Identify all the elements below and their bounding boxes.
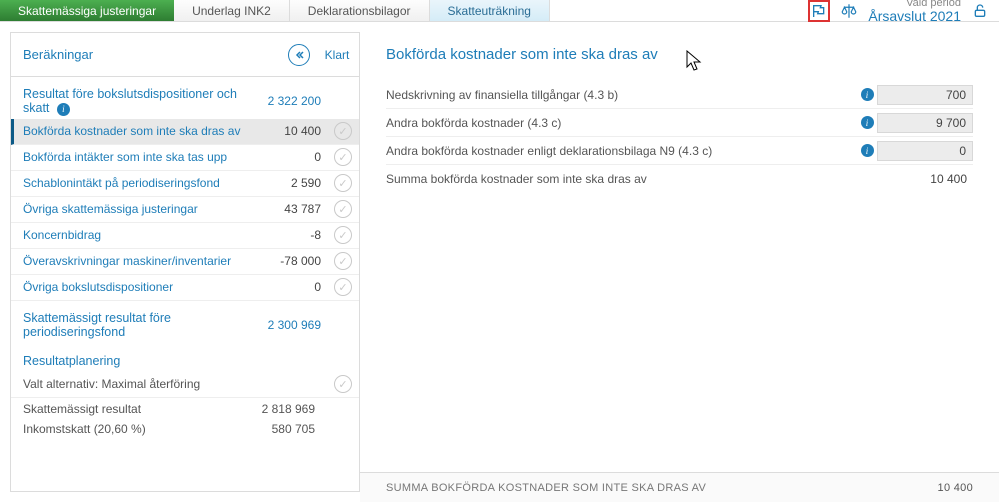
unlock-icon[interactable]	[969, 0, 991, 22]
info-icon[interactable]: i	[57, 103, 70, 116]
row-skattemassigt-resultat: Skattemässigt resultat 2 818 969	[11, 398, 359, 418]
row-koncernbidrag[interactable]: Koncernbidrag -8 ✓	[11, 223, 359, 249]
row-value: -8	[255, 228, 327, 242]
row-label: Bokförda kostnader som inte ska dras av	[14, 124, 255, 138]
row-label: Skattemässigt resultat	[23, 402, 243, 416]
row-ovriga-bokslutsdisp[interactable]: Övriga bokslutsdispositioner 0 ✓	[11, 275, 359, 301]
row-value: 2 300 969	[255, 318, 327, 332]
detail-row-nedskrivning: Nedskrivning av finansiella tillgångar (…	[386, 81, 973, 109]
detail-row-andra-kostnader: Andra bokförda kostnader (4.3 c) i	[386, 109, 973, 137]
check-circle-icon[interactable]: ✓	[334, 148, 352, 166]
row-overavskrivningar[interactable]: Överavskrivningar maskiner/inventarier -…	[11, 249, 359, 275]
row-value: 0	[255, 280, 327, 294]
check-circle-icon[interactable]: ✓	[334, 174, 352, 192]
row-bokforda-kostnader[interactable]: Bokförda kostnader som inte ska dras av …	[11, 119, 359, 145]
row-value: 10 400	[255, 124, 327, 138]
row-valt-alternativ: Valt alternativ: Maximal återföring ✓	[11, 372, 359, 398]
row-inkomstskatt: Inkomstskatt (20,60 %) 580 705	[11, 418, 359, 438]
check-circle-icon[interactable]: ✓	[334, 278, 352, 296]
tab-skatteutrakning[interactable]: Skatteuträkning	[430, 0, 550, 21]
row-value: 2 322 200	[255, 94, 327, 108]
detail-title: Bokförda kostnader som inte ska dras av	[386, 46, 973, 63]
detail-panel: Bokförda kostnader som inte ska dras av …	[360, 32, 999, 502]
row-resultat-fore[interactable]: Resultat före bokslutsdispositioner och …	[11, 85, 359, 119]
detail-value-input[interactable]	[877, 141, 973, 161]
tab-skattemassiga-justeringar[interactable]: Skattemässiga justeringar	[0, 0, 174, 21]
detail-row-n9: Andra bokförda kostnader enligt deklarat…	[386, 137, 973, 165]
info-icon[interactable]: i	[861, 88, 874, 101]
row-label: Resultat före bokslutsdispositioner och …	[11, 87, 255, 116]
row-value: 580 705	[243, 422, 315, 436]
info-icon[interactable]: i	[861, 116, 874, 129]
check-circle-icon[interactable]: ✓	[334, 252, 352, 270]
row-label: Övriga skattemässiga justeringar	[11, 202, 255, 216]
period-value: Årsavslut 2021	[868, 9, 961, 24]
tab-bar: Skattemässiga justeringar Underlag INK2 …	[0, 0, 999, 22]
footer-label: SUMMA BOKFÖRDA KOSTNADER SOM INTE SKA DR…	[386, 482, 706, 494]
tab-underlag-ink2[interactable]: Underlag INK2	[174, 0, 290, 21]
row-label: Valt alternativ: Maximal återföring	[11, 377, 255, 391]
row-label: Bokförda intäkter som inte ska tas upp	[11, 150, 255, 164]
row-label: Skattemässigt resultat före periodiserin…	[11, 311, 255, 339]
check-circle-icon[interactable]: ✓	[334, 226, 352, 244]
period-indicator: Vald period Årsavslut 2021	[868, 0, 961, 24]
footer-value: 10 400	[938, 482, 973, 494]
detail-row-summa: Summa bokförda kostnader som inte ska dr…	[386, 165, 973, 193]
row-label: Schablonintäkt på periodiseringsfond	[11, 176, 255, 190]
klart-column-header: Klart	[315, 48, 359, 62]
row-skattemassigt-fore-pf[interactable]: Skattemässigt resultat före periodiserin…	[11, 301, 359, 342]
row-value: 2 590	[255, 176, 327, 190]
detail-footer: SUMMA BOKFÖRDA KOSTNADER SOM INTE SKA DR…	[360, 472, 999, 502]
row-label: Överavskrivningar maskiner/inventarier	[11, 254, 255, 268]
calculations-panel: Beräkningar Klart Resultat före boksluts…	[10, 32, 360, 492]
row-label: Koncernbidrag	[11, 228, 255, 242]
detail-value-input[interactable]	[877, 113, 973, 133]
check-circle-icon[interactable]: ✓	[334, 200, 352, 218]
row-schablonintakt[interactable]: Schablonintäkt på periodiseringsfond 2 5…	[11, 171, 359, 197]
check-circle-icon[interactable]: ✓	[334, 122, 352, 140]
row-label: Inkomstskatt (20,60 %)	[23, 422, 243, 436]
row-value: -78 000	[255, 254, 327, 268]
check-circle-icon[interactable]: ✓	[334, 375, 352, 393]
detail-row-label: Andra bokförda kostnader (4.3 c)	[386, 116, 853, 130]
balance-scale-icon[interactable]	[838, 0, 860, 22]
row-label: Övriga bokslutsdispositioner	[11, 280, 255, 294]
calculations-title: Beräkningar	[11, 47, 283, 62]
detail-row-label: Summa bokförda kostnader som inte ska dr…	[386, 172, 853, 186]
flag-icon[interactable]	[808, 0, 830, 22]
chevron-left-icon	[288, 44, 310, 66]
detail-row-label: Nedskrivning av finansiella tillgångar (…	[386, 88, 853, 102]
collapse-button[interactable]	[283, 44, 315, 66]
row-value: 43 787	[255, 202, 327, 216]
row-value: 0	[255, 150, 327, 164]
tab-deklarationsbilagor[interactable]: Deklarationsbilagor	[290, 0, 430, 21]
detail-value-input[interactable]	[877, 85, 973, 105]
detail-row-label: Andra bokförda kostnader enligt deklarat…	[386, 144, 853, 158]
info-icon[interactable]: i	[861, 144, 874, 157]
section-resultatplanering: Resultatplanering	[11, 342, 359, 372]
detail-row-value: 10 400	[877, 172, 973, 186]
row-ovriga-justeringar[interactable]: Övriga skattemässiga justeringar 43 787 …	[11, 197, 359, 223]
row-value: 2 818 969	[243, 402, 315, 416]
row-bokforda-intakter[interactable]: Bokförda intäkter som inte ska tas upp 0…	[11, 145, 359, 171]
